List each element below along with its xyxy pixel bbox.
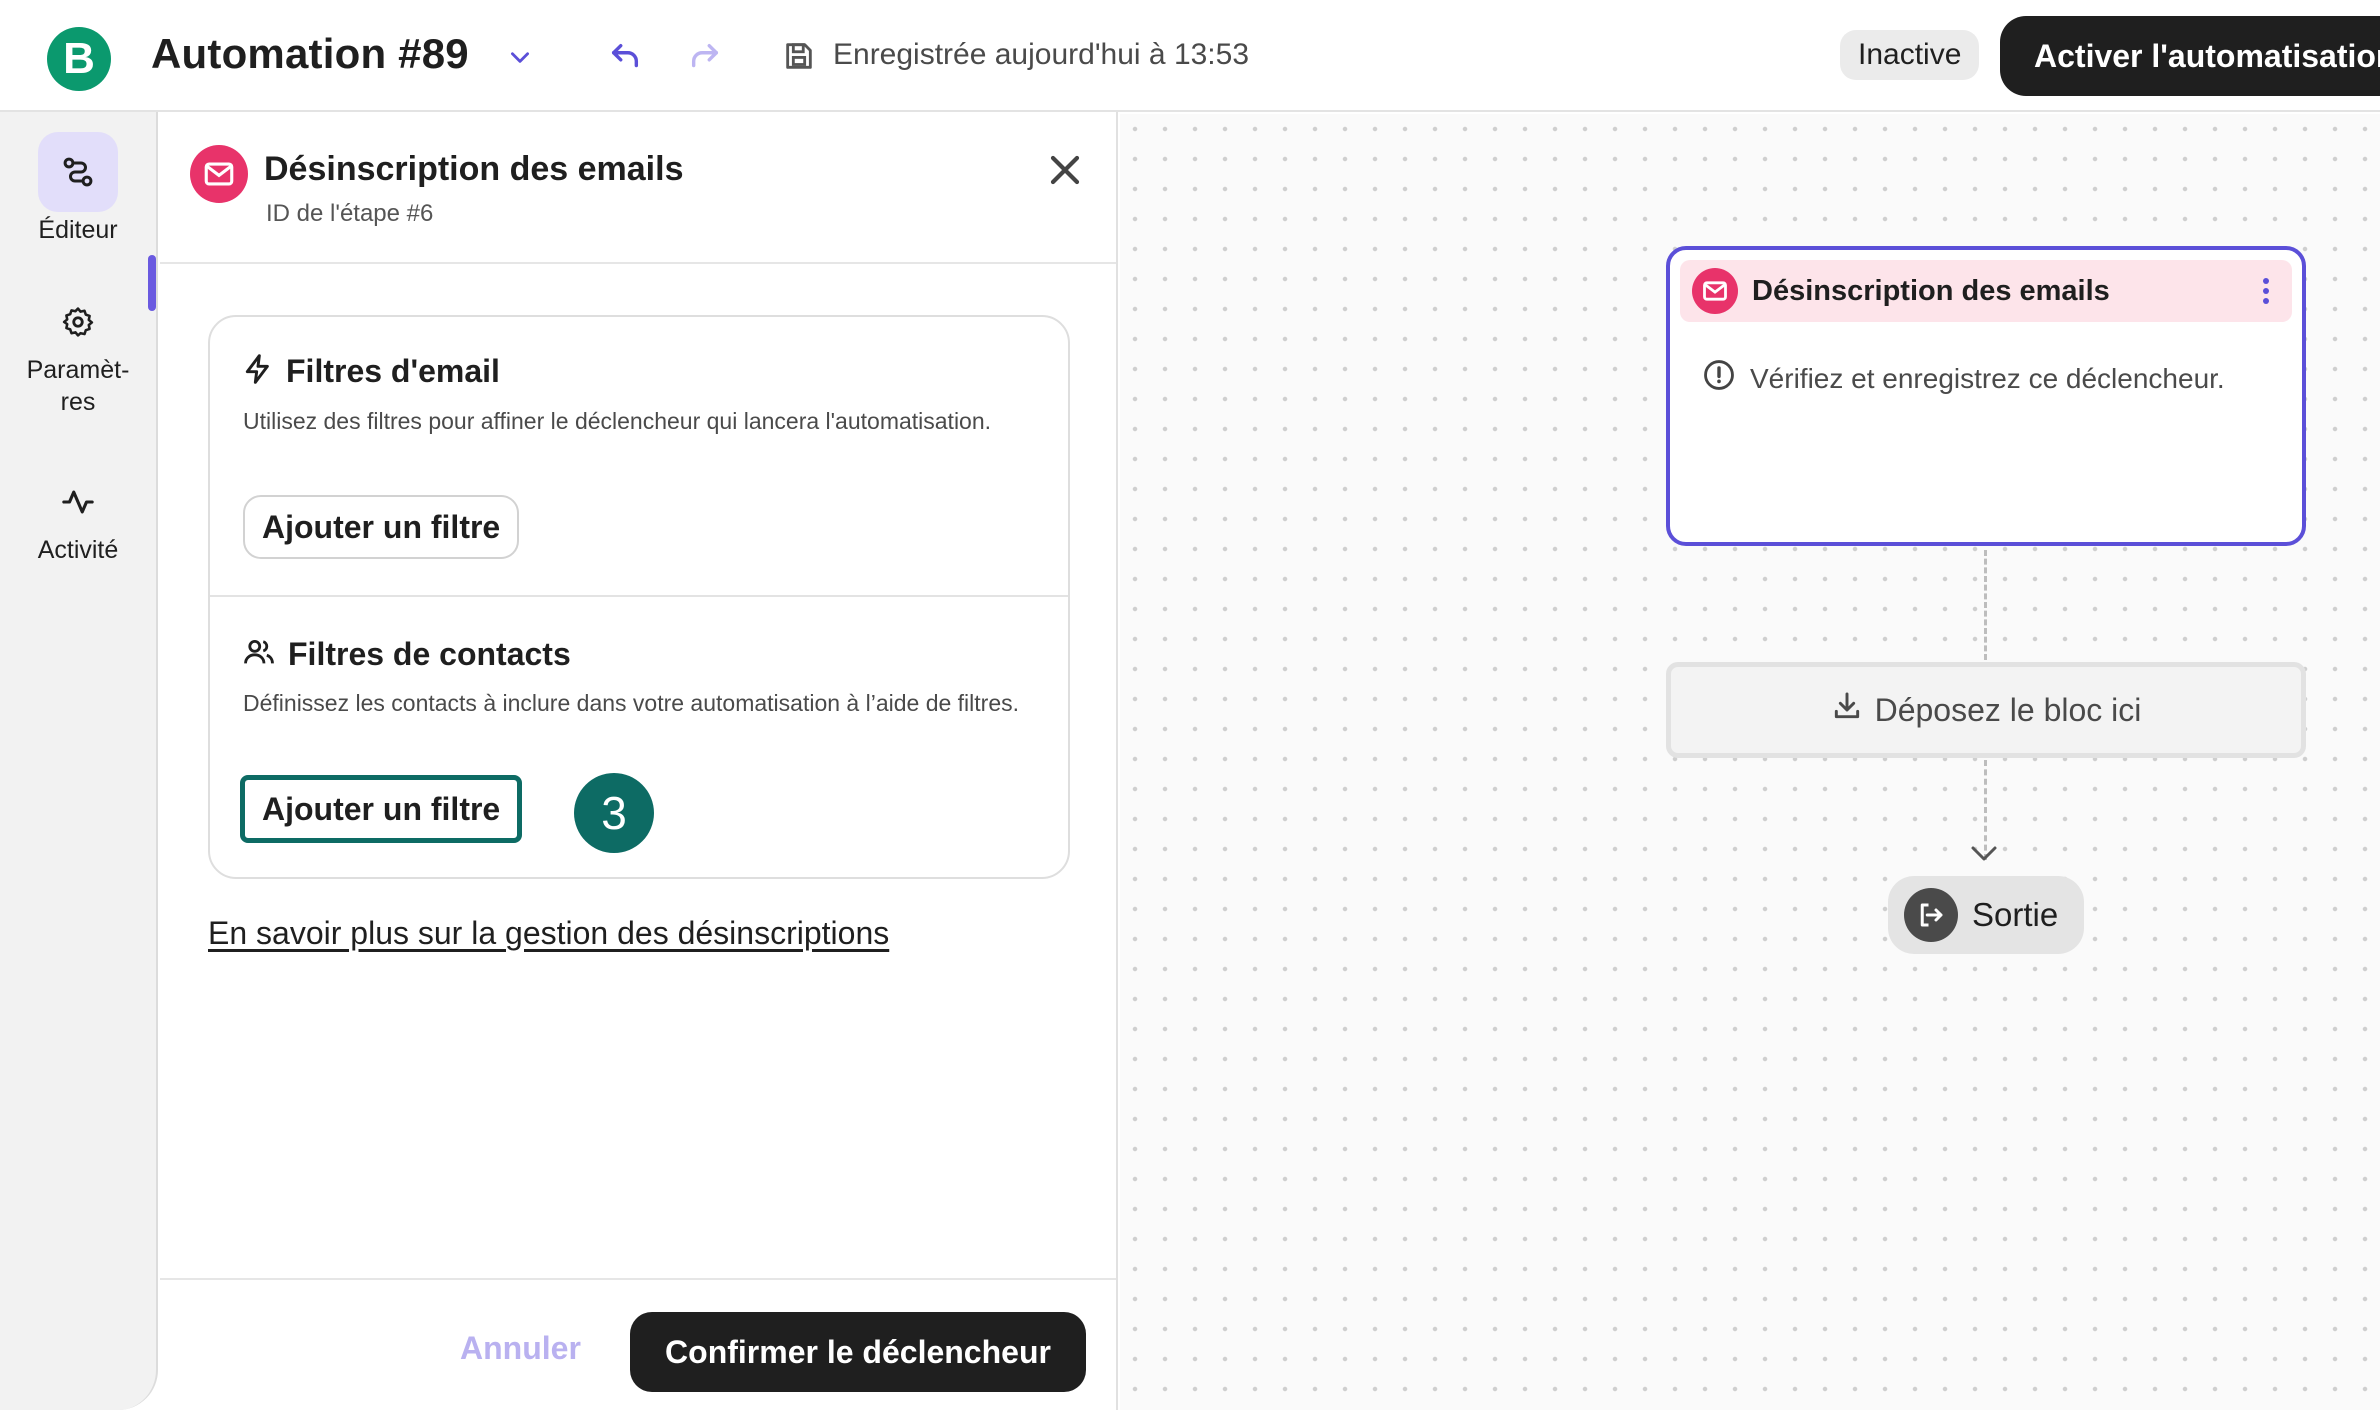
redo-icon[interactable]: [683, 35, 727, 79]
status-badge: Inactive: [1840, 30, 1980, 80]
confirm-trigger-button[interactable]: Confirmer le déclencheur: [630, 1312, 1086, 1392]
panel-header: Désinscription des emails ID de l'étape …: [160, 112, 1116, 264]
panel-footer: Annuler Confirmer le déclencheur: [160, 1278, 1116, 1410]
activate-automation-button[interactable]: Activer l'automatisation: [2000, 16, 2380, 96]
alert-circle-icon: [1702, 358, 1736, 399]
trigger-node-warning: Vérifiez et enregistrez ce déclencheur.: [1702, 358, 2225, 399]
drop-zone-label: Déposez le bloc ici: [1874, 691, 2142, 728]
panel-title: Désinscription des emails: [264, 150, 684, 188]
more-vertical-icon[interactable]: [2250, 272, 2282, 310]
workflow-icon: [38, 132, 118, 212]
trigger-node-header: Désinscription des emails: [1680, 260, 2292, 322]
email-icon: [1692, 268, 1738, 314]
email-filters-description: Utilisez des filtres pour affiner le déc…: [243, 408, 992, 434]
download-icon: [1831, 690, 1863, 730]
undo-icon[interactable]: [603, 35, 647, 79]
arrow-down-icon: [1970, 843, 1998, 867]
sidebar-item-activity[interactable]: Activité: [0, 472, 156, 566]
email-filters-title: Filtres d'email: [286, 353, 500, 389]
step-number-badge: 3: [574, 773, 654, 853]
contact-filters-description: Définissez les contacts à inclure dans v…: [243, 690, 1020, 716]
sidebar-item-label: Activité: [37, 536, 119, 564]
email-filters-section: Filtres d'email Utilisez des filtres pou…: [210, 317, 1068, 597]
add-contact-filter-button[interactable]: Ajouter un filtre: [240, 775, 523, 843]
save-status: Enregistrée aujourd'hui à 13:53: [833, 38, 1250, 71]
chevron-down-icon[interactable]: [503, 40, 537, 74]
add-email-filter-button[interactable]: Ajouter un filtre: [243, 495, 520, 559]
drop-zone[interactable]: Déposez le bloc ici: [1666, 662, 2306, 758]
users-icon: [242, 635, 276, 674]
top-bar: B Automation #89 Enregistrée aujourd'hui…: [0, 0, 2380, 112]
trigger-node[interactable]: Désinscription des emails Vérifiez et en…: [1666, 246, 2306, 546]
exit-node[interactable]: Sortie: [1888, 876, 2084, 954]
warning-text: Vérifiez et enregistrez ce déclencheur.: [1750, 362, 2225, 394]
sidebar-item-settings[interactable]: Paramèt- res: [0, 292, 156, 418]
sidebar-item-editor[interactable]: Éditeur: [0, 132, 156, 246]
automation-title[interactable]: Automation #89: [151, 30, 469, 78]
sidebar-item-label: Éditeur: [38, 216, 118, 244]
sidebar-item-label: Paramèt- res: [26, 356, 130, 416]
close-icon[interactable]: [1040, 145, 1090, 195]
activity-icon: [38, 472, 118, 532]
save-icon: [782, 39, 818, 75]
trigger-node-title: Désinscription des emails: [1752, 275, 2110, 307]
exit-icon: [1904, 888, 1958, 942]
lightning-icon: [242, 353, 274, 390]
trigger-settings-panel: Désinscription des emails ID de l'étape …: [160, 112, 1118, 1410]
cancel-button[interactable]: Annuler: [460, 1330, 581, 1367]
exit-label: Sortie: [1972, 896, 2059, 933]
contact-filters-section: Filtres de contacts Définissez les conta…: [210, 599, 1068, 879]
step-id: ID de l'étape #6: [266, 200, 434, 227]
gear-icon: [38, 292, 118, 352]
filters-card: Filtres d'email Utilisez des filtres pou…: [208, 315, 1070, 879]
email-icon: [190, 145, 248, 203]
brevo-logo[interactable]: B: [47, 27, 111, 91]
contact-filters-title: Filtres de contacts: [288, 636, 571, 672]
learn-more-link[interactable]: En savoir plus sur la gestion des désins…: [208, 915, 889, 952]
connector-line: [1984, 550, 1987, 660]
left-rail: Éditeur Paramèt- res Activité: [0, 112, 158, 1410]
